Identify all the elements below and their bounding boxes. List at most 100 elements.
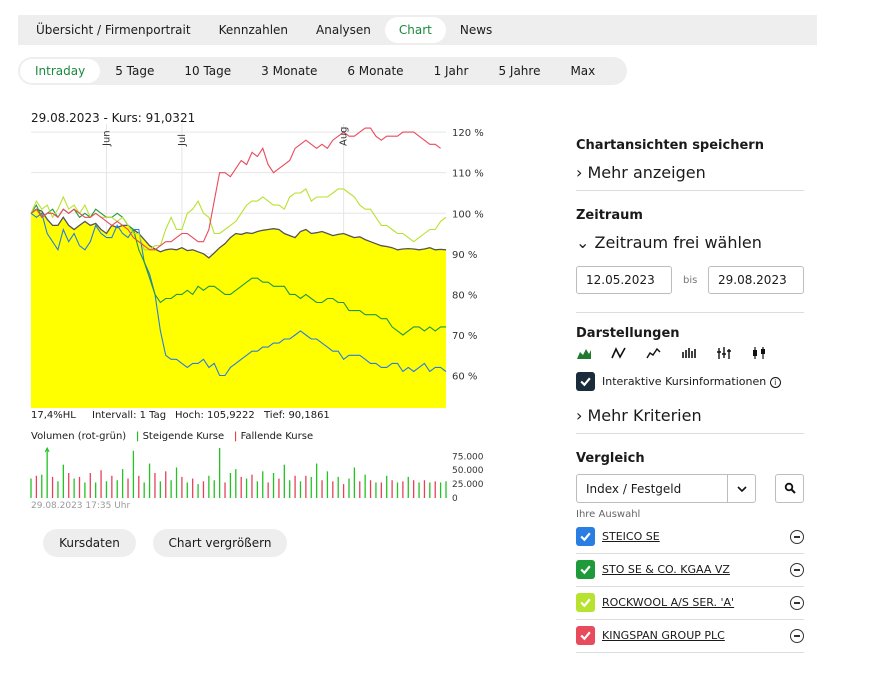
range-1-jahr[interactable]: 1 Jahr <box>419 59 484 83</box>
save-views-title: Chartansichten speichern <box>576 138 764 153</box>
check-icon <box>580 532 591 542</box>
range-6-monate[interactable]: 6 Monate <box>332 59 418 83</box>
chevron-down-icon: ⌄ <box>576 233 590 252</box>
range-intraday[interactable]: Intraday <box>20 59 101 83</box>
check-icon <box>580 598 591 608</box>
divider <box>576 433 804 434</box>
tab-chart[interactable]: Chart <box>384 17 446 43</box>
range-5-jahre[interactable]: 5 Jahre <box>483 59 555 83</box>
more-criteria-link[interactable]: › Mehr Kriterien <box>576 406 804 425</box>
chevron-right-icon: › <box>576 163 583 182</box>
volume-chart: 75.000 50.000 25.000 0 <box>30 446 484 502</box>
remove-comparison-icon[interactable] <box>790 563 804 577</box>
comparison-checkbox[interactable] <box>576 560 595 579</box>
volume-timestamp: 29.08.2023 17:35 Uhr <box>31 501 131 511</box>
y-tick-label: 90 % <box>452 250 477 261</box>
more-link-label: Mehr anzeigen <box>587 163 706 182</box>
rising-marker: | <box>135 431 140 442</box>
index-select-value: Index / Festgeld <box>586 481 682 496</box>
falling-label: Fallende Kurse <box>240 431 314 442</box>
divider <box>576 312 804 313</box>
falling-marker: | <box>233 431 238 442</box>
stat-hl: 17,4%HL <box>31 410 76 421</box>
tab-kennzahlen[interactable]: Kennzahlen <box>205 17 302 43</box>
kursdaten-button[interactable]: Kursdaten <box>43 529 136 557</box>
comparison-checkbox[interactable] <box>576 527 595 546</box>
price-chart[interactable]: Jun Jul Aug 120 % 110 % 100 % 90 % 80 % 70 % 60 … <box>0 124 500 414</box>
more-link[interactable]: › Mehr anzeigen <box>576 163 804 182</box>
ohlc-icon[interactable] <box>681 345 699 359</box>
comparison-name[interactable]: ROCKWOOL A/S SER. 'A' <box>602 596 734 609</box>
bar-chart-icon[interactable] <box>716 345 734 359</box>
date-to-input[interactable]: 29.08.2023 <box>708 266 804 294</box>
comparison-name[interactable]: STO SE & CO. KGAA VZ <box>602 563 730 576</box>
stat-low: Tief: 90,1861 <box>264 410 330 421</box>
x-tick-label: Jul <box>177 134 188 147</box>
volume-tick-label: 0 <box>452 494 458 502</box>
tab-analysen[interactable]: Analysen <box>302 17 385 43</box>
comparison-name[interactable]: STEICO SE <box>602 530 660 543</box>
divider <box>576 586 804 587</box>
chart-enlarge-button[interactable]: Chart vergrößern <box>153 529 287 557</box>
area-chart-icon[interactable] <box>576 345 594 359</box>
more-criteria-label: Mehr Kriterien <box>587 406 702 425</box>
date-from-input[interactable]: 12.05.2023 <box>576 266 672 294</box>
search-button[interactable] <box>775 474 804 503</box>
darstellungen-title: Darstellungen <box>576 326 680 341</box>
remove-comparison-icon[interactable] <box>790 596 804 610</box>
index-select[interactable]: Index / Festgeld <box>576 474 756 503</box>
x-tick-label: Jun <box>101 130 112 147</box>
bis-label: bis <box>683 275 698 286</box>
zeitraum-link[interactable]: ⌄ Zeitraum frei wählen <box>576 233 804 252</box>
info-icon[interactable]: i <box>769 377 781 388</box>
y-tick-label: 110 % <box>452 169 484 180</box>
rising-label: Steigende Kurse <box>142 431 225 442</box>
x-tick-label: Aug <box>339 126 350 146</box>
line-chart-icon[interactable] <box>611 345 629 359</box>
mountain-line-icon[interactable] <box>646 345 664 359</box>
remove-comparison-icon[interactable] <box>790 530 804 544</box>
tab-news[interactable]: News <box>446 17 506 43</box>
tab-uebersicht[interactable]: Übersicht / Firmenportrait <box>22 17 205 43</box>
y-tick-label: 100 % <box>452 209 484 220</box>
top-nav: Übersicht / Firmenportrait Kennzahlen An… <box>18 15 817 45</box>
divider <box>576 619 804 620</box>
range-5-tage[interactable]: 5 Tage <box>100 59 169 83</box>
volume-tick-label: 75.000 <box>452 452 484 462</box>
comparison-name[interactable]: KINGSPAN GROUP PLC <box>602 629 725 642</box>
range-10-tage[interactable]: 10 Tage <box>169 59 246 83</box>
divider <box>576 553 804 554</box>
stat-high: Hoch: 105,9222 <box>175 410 255 421</box>
range-max[interactable]: Max <box>555 59 610 83</box>
y-tick-label: 120 % <box>452 128 484 139</box>
interactive-label-text: Interaktive Kursinformationen <box>602 375 767 388</box>
comparison-checkbox[interactable] <box>576 626 595 645</box>
zeitraum-title: Zeitraum <box>576 208 643 223</box>
divider <box>576 652 804 653</box>
your-selection-label: Ihre Auswahl <box>576 509 641 520</box>
search-icon <box>784 479 796 498</box>
chevron-right-icon: › <box>576 406 583 425</box>
y-tick-label: 80 % <box>452 290 477 301</box>
interactive-checkbox[interactable] <box>576 372 595 391</box>
remove-comparison-icon[interactable] <box>790 629 804 643</box>
range-3-monate[interactable]: 3 Monate <box>246 59 332 83</box>
volume-tick-label: 50.000 <box>452 466 484 476</box>
main-area <box>31 209 446 408</box>
y-tick-label: 70 % <box>452 331 477 342</box>
zeitraum-link-label: Zeitraum frei wählen <box>594 233 762 252</box>
stat-interval: Intervall: 1 Tag <box>92 410 167 421</box>
check-icon <box>580 565 591 575</box>
interactive-label: Interaktive Kursinformationen i <box>602 375 781 388</box>
chart-type-icons <box>576 345 786 359</box>
candlestick-icon[interactable] <box>751 345 769 359</box>
time-range-nav: Intraday 5 Tage 10 Tage 3 Monate 6 Monat… <box>18 57 627 85</box>
check-icon <box>580 631 591 641</box>
y-tick-label: 60 % <box>452 372 477 383</box>
volume-tick-label: 25.000 <box>452 480 484 490</box>
divider <box>576 190 804 191</box>
comparison-checkbox[interactable] <box>576 593 595 612</box>
volume-title: Volumen (rot-grün) <box>31 431 127 442</box>
chevron-down-icon[interactable] <box>727 475 755 502</box>
chart-price-info: 29.08.2023 - Kurs: 91,0321 <box>31 111 196 125</box>
